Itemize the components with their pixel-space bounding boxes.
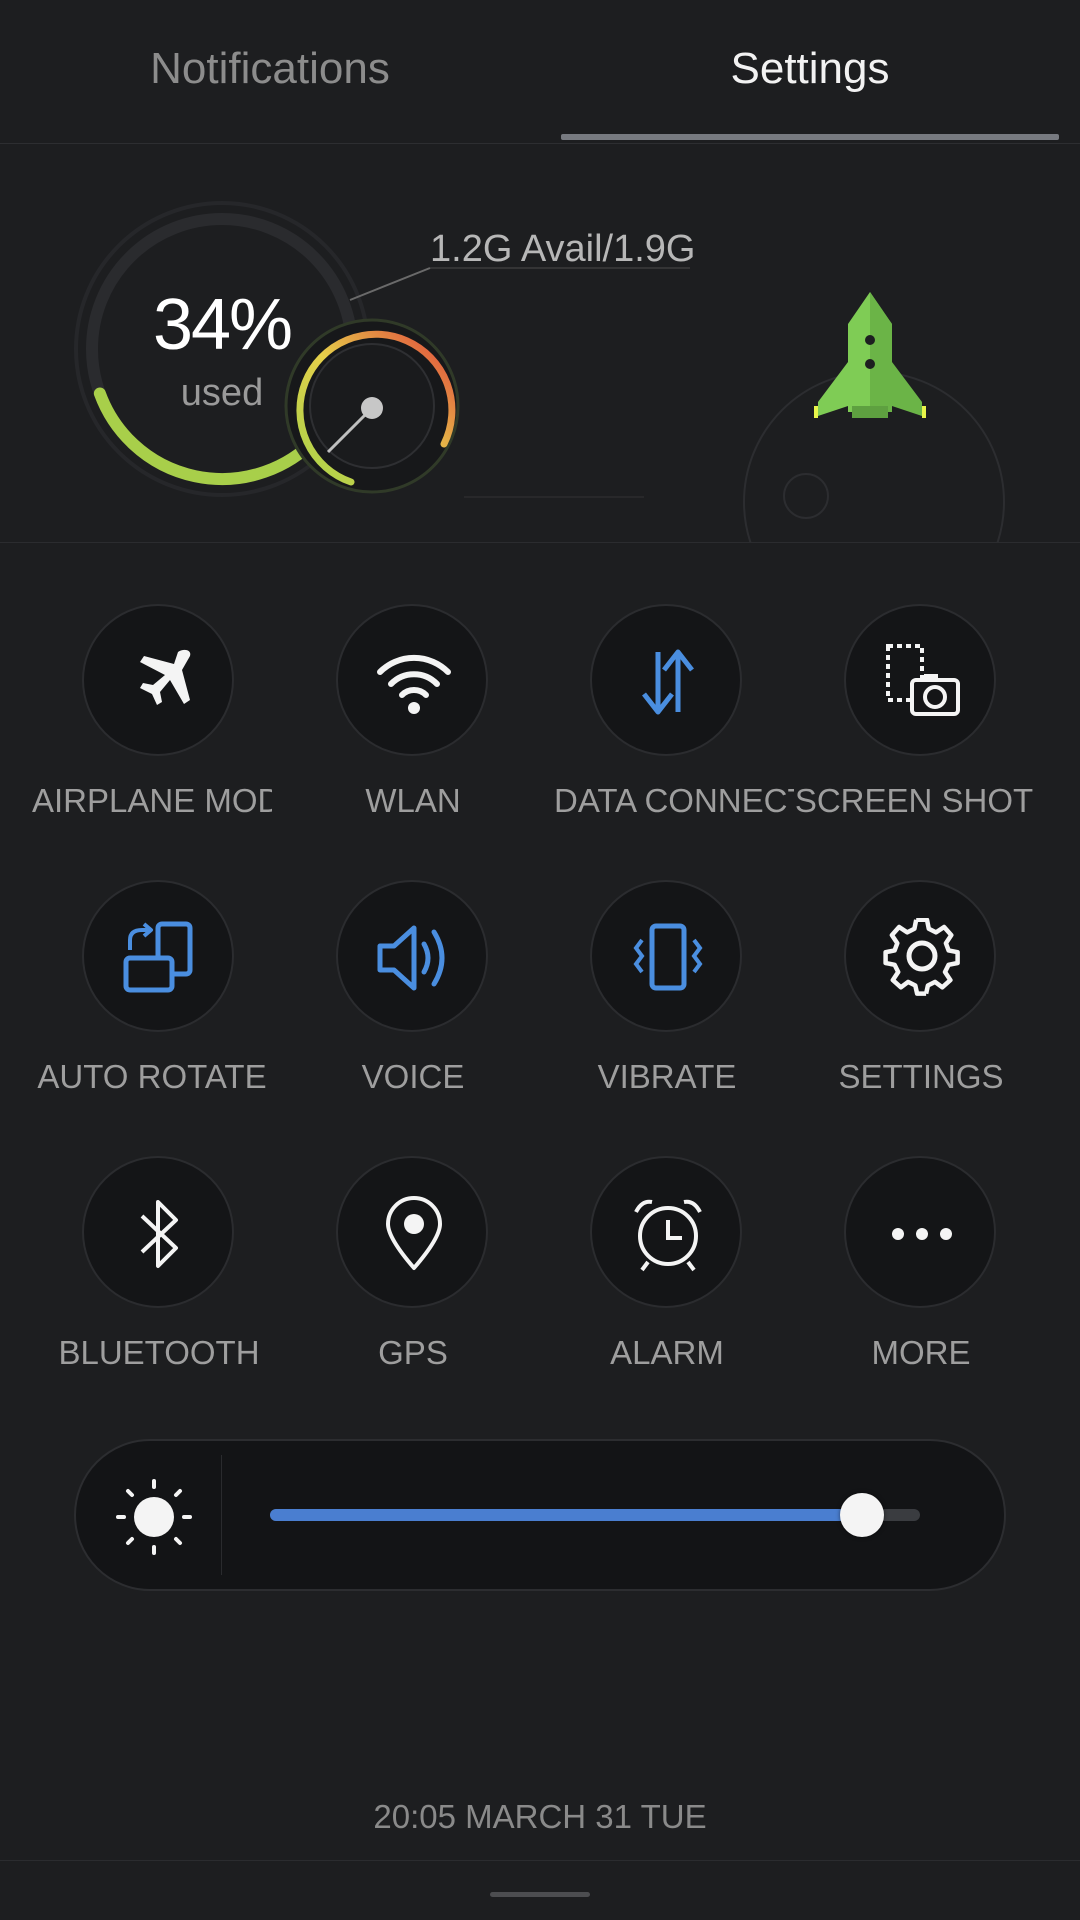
tab-settings[interactable]: Settings bbox=[540, 44, 1080, 94]
screen-shot-toggle[interactable]: SCREEN SHOT bbox=[794, 604, 1048, 844]
toggle-circle[interactable] bbox=[82, 880, 234, 1032]
wifi-icon bbox=[377, 654, 451, 714]
toggle-circle[interactable] bbox=[590, 1156, 742, 1308]
brightness-control bbox=[74, 1439, 1006, 1591]
gps-toggle[interactable]: GPS bbox=[286, 1156, 540, 1396]
data-connection-toggle[interactable]: DATA CONNECTION bbox=[540, 604, 794, 844]
speaker-icon bbox=[377, 925, 445, 991]
toggle-circle[interactable] bbox=[590, 880, 742, 1032]
airplane-mode-toggle[interactable]: AIRPLANE MODE bbox=[32, 604, 286, 844]
bluetooth-icon bbox=[140, 1200, 178, 1268]
toggle-circle[interactable] bbox=[336, 604, 488, 756]
alarm-clock-icon bbox=[634, 1199, 702, 1272]
toggle-label: GPS bbox=[378, 1334, 448, 1371]
screenshot-icon bbox=[886, 644, 960, 716]
alarm-toggle[interactable]: ALARM bbox=[540, 1156, 794, 1396]
toggle-circle[interactable] bbox=[336, 880, 488, 1032]
toggle-circle[interactable] bbox=[336, 1156, 488, 1308]
wlan-toggle[interactable]: WLAN bbox=[286, 604, 540, 844]
toggle-circle[interactable] bbox=[82, 1156, 234, 1308]
tab-notifications[interactable]: Notifications bbox=[0, 44, 540, 94]
date-time: 20:05 MARCH 31 TUE bbox=[373, 1798, 707, 1835]
toggle-label: MORE bbox=[871, 1334, 971, 1371]
auto-rotate-icon bbox=[123, 921, 193, 993]
active-tab-indicator bbox=[561, 134, 1059, 140]
toggle-label: VIBRATE bbox=[597, 1058, 737, 1095]
memory-used-percent: 34% bbox=[152, 285, 293, 365]
voice-toggle[interactable]: VOICE bbox=[286, 880, 540, 1120]
memory-cleaner-panel[interactable]: 34% used 1.2G Avail/1.9G bbox=[0, 144, 1080, 543]
tab-bar: Notifications Settings bbox=[0, 0, 1080, 144]
toggle-circle[interactable] bbox=[844, 604, 996, 756]
location-pin-icon bbox=[386, 1196, 442, 1270]
sun-icon[interactable] bbox=[114, 1477, 194, 1557]
brightness-divider bbox=[221, 1455, 222, 1575]
bottom-divider bbox=[0, 1860, 1080, 1861]
toggle-label: AIRPLANE MODE bbox=[32, 782, 272, 819]
toggle-label: SCREEN SHOT bbox=[794, 782, 1034, 819]
toggle-label: VOICE bbox=[361, 1058, 465, 1095]
more-toggle[interactable]: MORE bbox=[794, 1156, 1048, 1396]
auto-rotate-toggle[interactable]: AUTO ROTATE bbox=[32, 880, 286, 1120]
brightness-slider[interactable] bbox=[270, 1493, 920, 1537]
toggle-label: AUTO ROTATE bbox=[37, 1058, 267, 1095]
memory-used-label: used bbox=[180, 372, 264, 414]
toggle-label: DATA CONNECTION bbox=[554, 782, 794, 819]
toggle-label: BLUETOOTH bbox=[58, 1334, 260, 1371]
brightness-slider-thumb[interactable] bbox=[839, 1493, 884, 1537]
gear-icon bbox=[883, 918, 960, 996]
airplane-icon bbox=[140, 649, 191, 705]
toggle-label: SETTINGS bbox=[838, 1058, 1004, 1095]
vibrate-icon bbox=[633, 923, 703, 991]
toggle-label: ALARM bbox=[610, 1334, 724, 1371]
toggle-circle[interactable] bbox=[844, 880, 996, 1032]
bluetooth-toggle[interactable]: BLUETOOTH bbox=[32, 1156, 286, 1396]
data-connection-icon bbox=[642, 649, 694, 715]
more-icon bbox=[892, 1228, 952, 1240]
toggle-label: WLAN bbox=[365, 782, 461, 819]
vibrate-toggle[interactable]: VIBRATE bbox=[540, 880, 794, 1120]
rocket-cleaner-icon[interactable] bbox=[800, 284, 940, 434]
memory-available-text: 1.2G Avail/1.9G bbox=[430, 228, 696, 270]
toggle-circle[interactable] bbox=[590, 604, 742, 756]
drag-handle[interactable] bbox=[490, 1892, 590, 1897]
toggle-circle[interactable] bbox=[82, 604, 234, 756]
toggle-circle[interactable] bbox=[844, 1156, 996, 1308]
settings-toggle[interactable]: SETTINGS bbox=[794, 880, 1048, 1120]
brightness-slider-fill bbox=[270, 1509, 862, 1521]
